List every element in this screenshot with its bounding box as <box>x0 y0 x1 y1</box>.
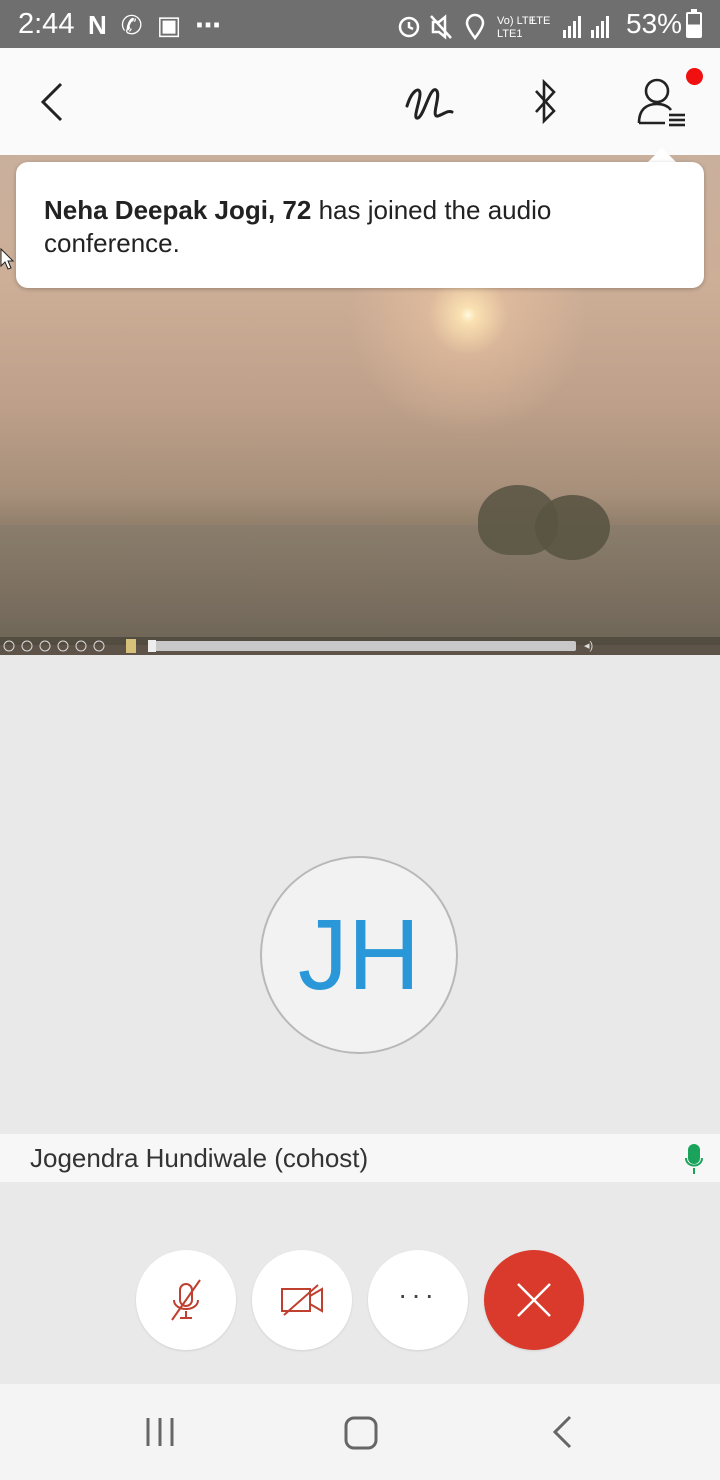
participants-button[interactable] <box>634 74 690 130</box>
bluetooth-button[interactable] <box>517 74 573 130</box>
play-pause-button[interactable] <box>126 639 136 653</box>
call-controls <box>0 1182 720 1384</box>
bluetooth-icon <box>535 78 556 125</box>
seek-thumb[interactable] <box>148 640 156 652</box>
more-dots-icon: ⋯ <box>195 10 236 40</box>
participant-name-bar: Jogendra Hundiwale (cohost) <box>0 1134 720 1182</box>
svg-text:LTE1: LTE1 <box>497 28 522 40</box>
annotate-button[interactable] <box>402 74 458 130</box>
battery-percent: 53% <box>626 8 683 39</box>
meeting-toolbar <box>0 48 720 157</box>
location-icon <box>465 13 485 40</box>
chevron-left-icon <box>40 82 63 122</box>
notification-dot <box>686 68 703 85</box>
mic-active-icon <box>685 1144 703 1174</box>
join-notification: Neha Deepak Jogi, 72 has joined the audi… <box>16 162 704 288</box>
scribble-icon <box>405 88 454 120</box>
status-time: 2:44 <box>18 8 75 40</box>
mic-muted-icon <box>171 1279 201 1321</box>
mute-button[interactable] <box>136 1250 236 1350</box>
status-left-icons: N✆▣⋯ <box>88 10 235 41</box>
participants-icon <box>637 78 685 127</box>
mouse-cursor-icon <box>0 248 14 270</box>
close-icon <box>517 1283 551 1317</box>
svg-text:LTE: LTE <box>531 15 550 27</box>
avatar: JH <box>260 856 458 1054</box>
system-nav-bar <box>0 1384 720 1480</box>
gallery-icon: ▣ <box>156 10 196 40</box>
video-tree <box>535 495 610 560</box>
video-seek-bar[interactable] <box>148 640 576 652</box>
more-dots-icon: ··· <box>398 1279 438 1310</box>
participant-name: Jogendra Hundiwale (cohost) <box>30 1143 369 1173</box>
video-off-icon <box>281 1284 323 1316</box>
recents-icon[interactable] <box>144 1416 176 1448</box>
video-ground <box>0 525 720 645</box>
status-right-icons: Vo) LTE LTE1 LTE <box>398 13 609 40</box>
joined-participant-name: Neha Deepak Jogi, 72 <box>44 195 312 225</box>
status-bar: 2:44 N✆▣⋯ Vo) LTE LTE1 LTE 53% <box>0 0 720 48</box>
battery-icon <box>686 9 702 38</box>
end-call-button[interactable] <box>484 1250 584 1350</box>
back-icon[interactable] <box>550 1414 574 1450</box>
player-controls-icons <box>3 640 105 652</box>
volume-icon[interactable]: ◂) <box>584 639 593 652</box>
toast-pointer <box>648 148 676 162</box>
avatar-initials: JH <box>297 898 421 1011</box>
video-player-bar: ◂) <box>0 637 720 655</box>
phone-icon: ✆ <box>120 10 157 40</box>
back-button[interactable] <box>24 74 80 130</box>
video-button[interactable] <box>252 1250 352 1350</box>
home-icon[interactable] <box>343 1415 379 1451</box>
more-options-button[interactable]: ··· <box>368 1250 468 1350</box>
stage-spacer <box>0 655 720 778</box>
n-icon: N <box>88 10 121 40</box>
signal-icon <box>563 16 609 38</box>
